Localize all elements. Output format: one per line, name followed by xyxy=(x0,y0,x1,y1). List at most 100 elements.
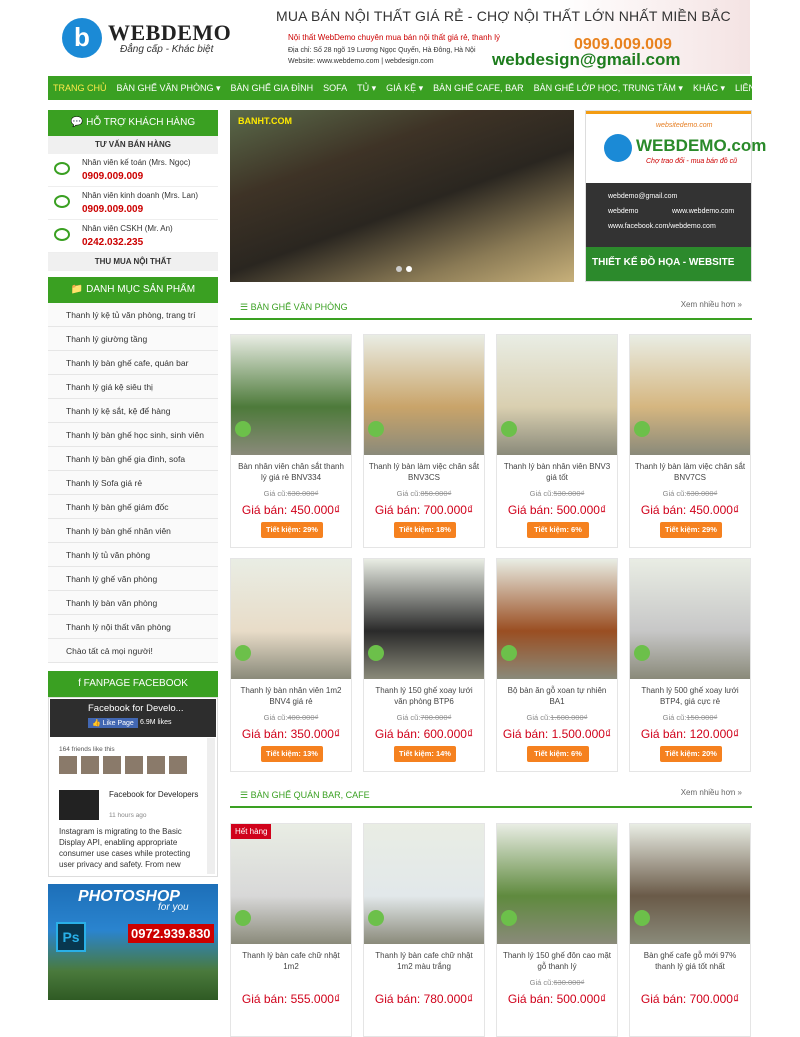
discount-badge: Tiết kiệm: 14% xyxy=(394,746,456,762)
product-name[interactable]: Thanh lý 150 ghế xoay lưới văn phòng BTP… xyxy=(368,685,480,707)
logo-slogan: Đẳng cấp - Khác biệt xyxy=(120,44,214,55)
ad-banner[interactable]: websitedemo.com WEBDEMO.com Chợ trao đổi… xyxy=(585,110,766,282)
chat-icon xyxy=(54,162,70,175)
nav-item-other[interactable]: KHÁC ▾ xyxy=(688,76,730,100)
fb-like-button[interactable]: 👍 Like Page xyxy=(88,718,138,728)
slider-dot[interactable] xyxy=(396,266,402,272)
category-item[interactable]: Thanh lý bàn văn phòng xyxy=(48,591,218,615)
see-more-link[interactable]: Xem nhiều hơn » xyxy=(681,788,742,797)
facebook-widget[interactable]: Facebook for Develo... 👍 Like Page 6.9M … xyxy=(48,697,218,877)
ad-logo-icon xyxy=(604,134,632,162)
see-more-link[interactable]: Xem nhiều hơn » xyxy=(681,300,742,309)
product-card[interactable]: Thanh lý bàn nhân viên 1m2 BNV4 giá rẻ Gi… xyxy=(230,558,352,772)
nav-item-home[interactable]: TRANG CHỦ xyxy=(48,76,112,100)
nav-item-classroom[interactable]: BÀN GHẾ LỚP HỌC, TRUNG TÂM ▾ xyxy=(529,76,688,100)
watermark-icon xyxy=(368,421,384,437)
old-price-value: 630.000₫ xyxy=(287,489,319,498)
fb-post-author[interactable]: Facebook for Developers xyxy=(109,790,198,799)
category-item[interactable]: Thanh lý bàn ghế cafe, quán bar xyxy=(48,351,218,375)
product-name[interactable]: Thanh lý bàn cafe chữ nhật 1m2 xyxy=(235,950,347,972)
main-nav: TRANG CHỦ BÀN GHẾ VĂN PHÒNG ▾ BÀN GHẾ GI… xyxy=(48,76,770,100)
product-card[interactable]: Bộ bàn ăn gỗ xoan tự nhiên BA1 Giá cũ:1.6… xyxy=(496,558,618,772)
site-logo[interactable]: b WEBDEMO Đẳng cấp - Khác biệt xyxy=(62,16,242,60)
category-item[interactable]: Thanh lý tủ văn phòng xyxy=(48,543,218,567)
product-image[interactable] xyxy=(630,824,750,944)
product-name[interactable]: Thanh lý bàn nhân viên 1m2 BNV4 giá rẻ xyxy=(235,685,347,707)
product-price: Giá bán: 120.000₫ xyxy=(640,727,740,741)
product-name[interactable]: Thanh lý 150 ghế đôn cao mặt gỗ thanh lý xyxy=(501,950,613,972)
category-item[interactable]: Thanh lý kệ tủ văn phòng, trang trí xyxy=(48,303,218,327)
product-card[interactable]: Bàn nhân viên chân sắt thanh lý giá rẻ B… xyxy=(230,334,352,548)
support-contact[interactable]: Nhân viên kinh doanh (Mrs. Lan) 0909.009… xyxy=(48,187,218,220)
fb-scrollbar[interactable] xyxy=(207,738,215,874)
fb-page-name[interactable]: Facebook for Develo... xyxy=(88,703,184,714)
product-card[interactable]: Thanh lý bàn làm việc chân sắt BNV3CS Giá… xyxy=(363,334,485,548)
category-item[interactable]: Thanh lý Sofa giá rẻ xyxy=(48,471,218,495)
friend-avatar xyxy=(147,756,165,774)
product-name[interactable]: Thanh lý bàn làm việc chân sắt BNV7CS xyxy=(634,461,746,483)
product-image[interactable] xyxy=(364,824,484,944)
nav-item-shelf[interactable]: GIÁ KỆ ▾ xyxy=(381,76,428,100)
category-item[interactable]: Thanh lý bàn ghế nhân viên xyxy=(48,519,218,543)
category-item[interactable]: Thanh lý bàn ghế gia đình, sofa xyxy=(48,447,218,471)
category-list: Thanh lý kệ tủ văn phòng, trang trí Thanh… xyxy=(48,303,218,663)
product-card[interactable]: Thanh lý bàn làm việc chân sắt BNV7CS Giá… xyxy=(629,334,751,548)
old-price-label: Giá cũ: xyxy=(263,713,288,722)
banner-email: webdesign@gmail.com xyxy=(492,50,681,69)
product-name[interactable]: Thanh lý bàn nhân viên BNV3 giá tốt xyxy=(501,461,613,483)
photoshop-banner[interactable]: PHOTOSHOP for you Ps 0972.939.830 xyxy=(48,884,218,1000)
product-name[interactable]: Thanh lý bàn làm việc chân sắt BNV3CS xyxy=(368,461,480,483)
product-card[interactable]: Thanh lý 150 ghế xoay lưới văn phòng BTP… xyxy=(363,558,485,772)
product-image[interactable] xyxy=(231,335,351,455)
section-title[interactable]: ☰ BÀN GHẾ VĂN PHÒNG xyxy=(240,302,348,313)
category-item[interactable]: Thanh lý kệ sắt, kệ để hàng xyxy=(48,399,218,423)
nav-item-office-furniture[interactable]: BÀN GHẾ VĂN PHÒNG ▾ xyxy=(112,76,226,100)
product-image[interactable] xyxy=(497,559,617,679)
watermark-icon xyxy=(501,910,517,926)
fb-post-text: Instagram is migrating to the Basic Disp… xyxy=(59,827,191,869)
category-item[interactable]: Thanh lý nội thất văn phòng xyxy=(48,615,218,639)
product-card[interactable]: Thanh lý 500 ghế xoay lưới BTP4, giá cực… xyxy=(629,558,751,772)
old-price-label: Giá cũ: xyxy=(396,489,421,498)
product-name[interactable]: Bộ bàn ăn gỗ xoan tự nhiên BA1 xyxy=(501,685,613,707)
product-name[interactable]: Thanh lý 500 ghế xoay lưới BTP4, giá cực… xyxy=(634,685,746,707)
banner-description: Nội thất WebDemo chuyên mua bán nội thất… xyxy=(288,33,500,42)
product-image[interactable] xyxy=(497,824,617,944)
discount-badge: Tiết kiệm: 6% xyxy=(527,746,589,762)
product-card[interactable]: Thanh lý 150 ghế đôn cao mặt gỗ thanh lý… xyxy=(496,823,618,1037)
product-name[interactable]: Bàn ghế cafe gỗ mới 97% thanh lý giá tốt… xyxy=(634,950,746,972)
category-item[interactable]: Thanh lý bàn ghế học sinh, sinh viên xyxy=(48,423,218,447)
category-item[interactable]: Thanh lý bàn ghế giám đốc xyxy=(48,495,218,519)
product-image[interactable] xyxy=(630,559,750,679)
product-image[interactable] xyxy=(364,559,484,679)
ad-top: websitedemo.com WEBDEMO.com Chợ trao đổi… xyxy=(586,111,766,183)
fanpage-heading: f FANPAGE FACEBOOK xyxy=(48,671,218,697)
product-card[interactable]: Hết hàng Thanh lý bàn cafe chữ nhật 1m2 Gi… xyxy=(230,823,352,1037)
nav-item-home-furniture[interactable]: BÀN GHẾ GIA ĐÌNH xyxy=(226,76,319,100)
product-name[interactable]: Bàn nhân viên chân sắt thanh lý giá rẻ B… xyxy=(235,461,347,483)
product-card[interactable]: Bàn ghế cafe gỗ mới 97% thanh lý giá tốt… xyxy=(629,823,751,1037)
product-name[interactable]: Thanh lý bàn cafe chữ nhật 1m2 màu trắng xyxy=(368,950,480,972)
fb-page-header[interactable]: Facebook for Develo... 👍 Like Page 6.9M … xyxy=(50,699,216,737)
product-image[interactable]: Hết hàng xyxy=(231,824,351,944)
product-image[interactable] xyxy=(364,335,484,455)
nav-item-cabinet[interactable]: TỦ ▾ xyxy=(352,76,381,100)
product-card[interactable]: Thanh lý bàn nhân viên BNV3 giá tốt Giá c… xyxy=(496,334,618,548)
old-price: Giá cũ:1.600.000₫ xyxy=(497,713,617,722)
slider-dot[interactable] xyxy=(406,266,412,272)
category-item[interactable]: Chào tất cả mọi người! xyxy=(48,639,218,663)
section-title[interactable]: ☰ BÀN GHẾ QUÁN BAR, CAFE xyxy=(240,790,370,801)
product-image[interactable] xyxy=(231,559,351,679)
product-image[interactable] xyxy=(497,335,617,455)
nav-item-contact[interactable]: LIÊN HỆ xyxy=(730,76,775,100)
category-item[interactable]: Thanh lý ghế văn phòng xyxy=(48,567,218,591)
nav-item-sofa[interactable]: SOFA xyxy=(318,76,352,100)
nav-item-cafe-bar[interactable]: BÀN GHẾ CAFE, BAR xyxy=(428,76,529,100)
product-image[interactable] xyxy=(630,335,750,455)
image-slider[interactable]: BANHT.COM xyxy=(230,110,574,282)
category-item[interactable]: Thanh lý giường tầng xyxy=(48,327,218,351)
product-card[interactable]: Thanh lý bàn cafe chữ nhật 1m2 màu trắng… xyxy=(363,823,485,1037)
category-item[interactable]: Thanh lý giá kệ siêu thị xyxy=(48,375,218,399)
support-contact[interactable]: Nhân viên kế toán (Mrs. Ngọc) 0909.009.0… xyxy=(48,154,218,187)
support-contact[interactable]: Nhân viên CSKH (Mr. An) 0242.032.235 xyxy=(48,220,218,253)
